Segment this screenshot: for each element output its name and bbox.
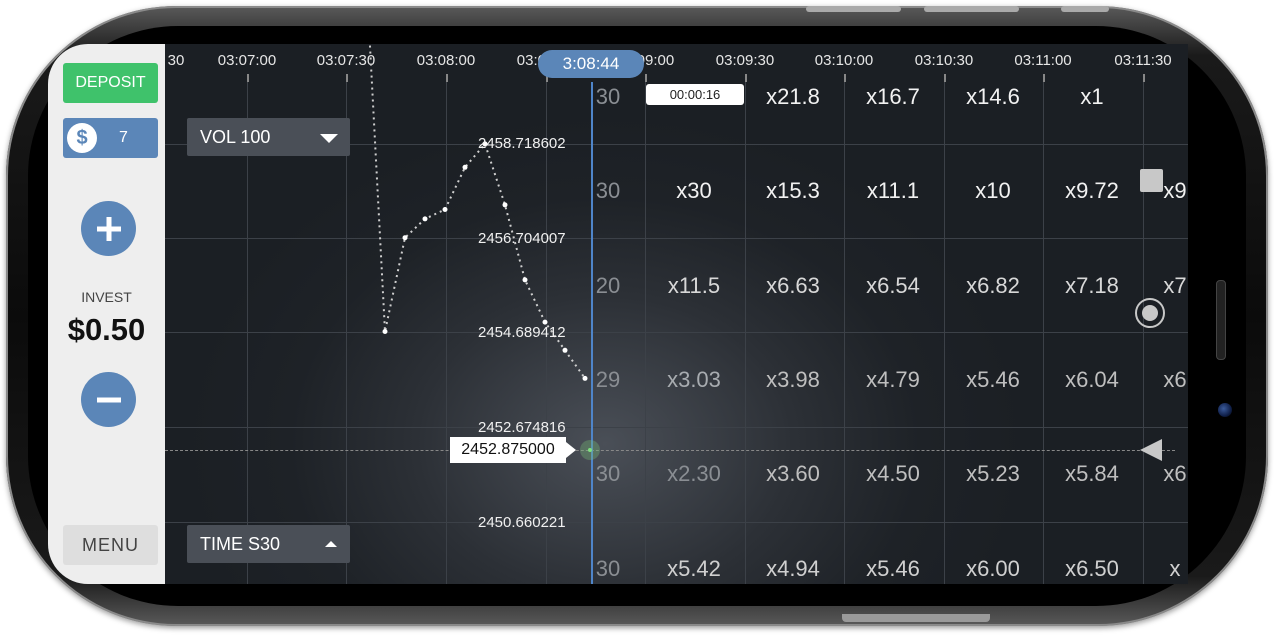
- multiplier-cell[interactable]: x7.18: [1065, 273, 1119, 299]
- multiplier-cell[interactable]: x5.46: [966, 367, 1020, 393]
- multiplier-cell[interactable]: x11.5: [668, 273, 720, 299]
- invest-amount: $0.50: [67, 312, 146, 347]
- chevron-down-icon: [320, 134, 338, 143]
- multiplier-cell[interactable]: 30: [596, 556, 620, 582]
- phone-button-top: [1061, 6, 1109, 12]
- app-screen: DEPOSIT $ 7 INVEST $0.50 MENU 30 03:07:00…: [48, 44, 1188, 584]
- dollar-coin-icon: $: [67, 123, 97, 153]
- multiplier-cell[interactable]: x6: [1163, 367, 1186, 393]
- multiplier-cell[interactable]: 30: [596, 84, 620, 110]
- back-icon[interactable]: [1140, 439, 1162, 461]
- stop-icon[interactable]: [1140, 169, 1163, 192]
- multiplier-cell[interactable]: x6.50: [1065, 556, 1119, 582]
- multiplier-cell[interactable]: x11.1: [867, 178, 919, 204]
- multiplier-cell[interactable]: x6: [1163, 461, 1186, 487]
- decrease-invest-button[interactable]: [81, 372, 136, 427]
- price-point: [502, 202, 508, 208]
- sidebar: DEPOSIT $ 7 INVEST $0.50 MENU: [48, 44, 165, 584]
- multiplier-cell[interactable]: x3.60: [766, 461, 820, 487]
- phone-button-top: [924, 6, 1019, 12]
- multiplier-cell[interactable]: x9: [1163, 178, 1186, 204]
- price-point: [462, 164, 468, 170]
- plus-icon: [96, 216, 121, 241]
- multiplier-cell[interactable]: x5.84: [1065, 461, 1119, 487]
- multiplier-cell[interactable]: x6.82: [966, 273, 1020, 299]
- multiplier-cell[interactable]: x6.04: [1065, 367, 1119, 393]
- current-price-tag: 2452.875000: [450, 437, 576, 463]
- deposit-button[interactable]: DEPOSIT: [63, 63, 158, 103]
- price-axis-label: 2458.718602: [478, 135, 566, 152]
- multiplier-cell[interactable]: x7: [1163, 273, 1186, 299]
- price-point: [382, 329, 388, 334]
- volume-dropdown[interactable]: VOL 100: [187, 118, 350, 156]
- multiplier-cell[interactable]: x4.79: [866, 367, 920, 393]
- multiplier-cell[interactable]: x5.42: [667, 556, 721, 582]
- record-icon[interactable]: [1135, 298, 1165, 328]
- time-label: TIME S30: [200, 534, 281, 554]
- minus-icon: [96, 397, 121, 402]
- multiplier-cell[interactable]: x5.46: [866, 556, 920, 582]
- multiplier-cell[interactable]: x15.3: [766, 178, 820, 204]
- multiplier-cell[interactable]: x9.72: [1065, 178, 1119, 204]
- multiplier-cell[interactable]: 29: [596, 367, 620, 393]
- price-axis-label: 2452.674816: [478, 419, 566, 436]
- chevron-up-icon: [325, 541, 337, 547]
- multiplier-cell[interactable]: x6.63: [766, 273, 820, 299]
- time-dropdown[interactable]: TIME S30: [187, 525, 350, 563]
- price-point: [402, 235, 408, 241]
- price-point: [562, 347, 568, 353]
- price-point: [522, 277, 528, 283]
- current-price-line: [165, 450, 1175, 451]
- multiplier-cell[interactable]: x30: [676, 178, 711, 204]
- multiplier-cell[interactable]: x: [1170, 556, 1181, 582]
- multiplier-cell[interactable]: x3.03: [667, 367, 721, 393]
- price-point: [582, 375, 588, 381]
- price-axis-label: 2454.689412: [478, 324, 566, 341]
- volume-label: VOL 100: [200, 127, 271, 147]
- phone-sensor: [1216, 280, 1226, 360]
- multiplier-cell[interactable]: x2.30: [667, 461, 721, 487]
- multiplier-cell[interactable]: x10: [975, 178, 1010, 204]
- multiplier-cell[interactable]: x4.50: [866, 461, 920, 487]
- phone-button-top: [806, 6, 901, 12]
- current-price-marker: [580, 440, 600, 460]
- multiplier-cell[interactable]: x3.98: [766, 367, 820, 393]
- current-time-badge: 3:08:44: [538, 50, 644, 78]
- price-point: [422, 216, 428, 222]
- multiplier-cell[interactable]: x21.8: [766, 84, 820, 110]
- multiplier-cell[interactable]: 30: [596, 461, 620, 487]
- multiplier-cell[interactable]: 30: [596, 178, 620, 204]
- multiplier-cell[interactable]: x5.23: [966, 461, 1020, 487]
- increase-invest-button[interactable]: [81, 201, 136, 256]
- multiplier-cell[interactable]: x1: [1080, 84, 1103, 110]
- price-axis-label: 2456.704007: [478, 230, 566, 247]
- multiplier-cell[interactable]: x14.6: [966, 84, 1020, 110]
- multiplier-cell[interactable]: x4.94: [766, 556, 820, 582]
- coins-button[interactable]: $ 7: [63, 118, 158, 158]
- multiplier-cell[interactable]: x6.00: [966, 556, 1020, 582]
- multiplier-cell[interactable]: x16.7: [866, 84, 920, 110]
- current-time-line: [591, 82, 593, 584]
- price-point: [442, 207, 448, 212]
- price-axis-label: 2450.660221: [478, 514, 566, 531]
- multiplier-cell[interactable]: 20: [596, 273, 620, 299]
- menu-button[interactable]: MENU: [63, 525, 158, 565]
- multiplier-cell[interactable]: x6.54: [866, 273, 920, 299]
- phone-button-bottom: [842, 614, 990, 622]
- coins-count: 7: [119, 129, 128, 146]
- trading-chart[interactable]: 3003:07:0003:07:3003:08:0003:08:3003:09:…: [165, 44, 1188, 584]
- invest-label: INVEST: [81, 289, 132, 305]
- camera-icon: [1218, 403, 1232, 417]
- countdown-timer: 00:00:16: [646, 84, 744, 105]
